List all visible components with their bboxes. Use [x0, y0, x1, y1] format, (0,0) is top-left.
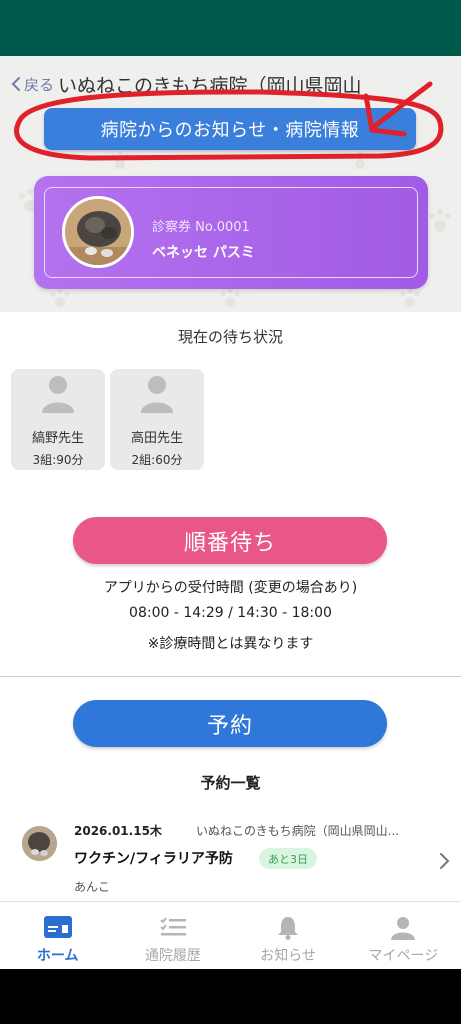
reservation-hospital: いぬねこのきもち病院（岡山県岡山...	[196, 824, 400, 838]
tab-notifications[interactable]: お知らせ	[231, 902, 346, 969]
tab-label: 通院履歴	[144, 948, 201, 964]
days-left-badge: あと3日	[259, 848, 317, 869]
chevron-right-icon	[440, 853, 450, 869]
chevron-left-icon	[11, 77, 20, 91]
doctor-wait: 2組:60分	[131, 453, 183, 467]
reception-note: ※診療時間とは異なります	[147, 636, 314, 652]
top-bar: 戻る いぬねこのきもち病院（岡山県岡山	[10, 70, 450, 98]
queue-button[interactable]: 順番待ち	[73, 517, 387, 564]
back-button[interactable]: 戻る	[10, 74, 54, 95]
pet-avatar	[62, 196, 134, 268]
doctor-card: 高田先生 2組:60分	[110, 369, 204, 470]
patient-card[interactable]: 診察券 No.0001 ベネッセ パスミ	[34, 176, 428, 289]
app-screen: 戻る いぬねこのきもち病院（岡山県岡山 病院からのお知らせ・病院情報 診察券 N…	[0, 56, 461, 969]
reception-time-label: アプリからの受付時間 (変更の場合あり)	[103, 580, 358, 596]
person-icon	[42, 376, 74, 413]
back-label: 戻る	[24, 75, 55, 94]
reception-hours: 08:00 - 14:29 / 14:30 - 18:00	[129, 605, 332, 621]
status-bar	[0, 0, 461, 56]
card-number: 診察券 No.0001	[152, 220, 250, 235]
system-nav-bar	[0, 969, 461, 1024]
doctor-name: 高田先生	[130, 431, 183, 446]
doctor-card: 縞野先生 3組:90分	[11, 369, 105, 470]
pet-avatar	[22, 826, 57, 861]
tab-label: お知らせ	[260, 948, 316, 964]
page-title: いぬねこのきもち病院（岡山県岡山	[58, 74, 362, 97]
hospital-info-button[interactable]: 病院からのお知らせ・病院情報	[44, 108, 416, 150]
tab-home[interactable]: ホーム	[0, 902, 115, 969]
tab-label: マイページ	[368, 948, 439, 964]
reservation-item[interactable]: 2026.01.15木 いぬねこのきもち病院（岡山県岡山... ワクチン/フィラ…	[0, 814, 461, 900]
tab-label: ホーム	[36, 948, 79, 964]
tab-mypage[interactable]: マイページ	[346, 902, 461, 969]
reservation-date: 2026.01.15木	[74, 824, 162, 838]
reservation-list-title: 予約一覧	[200, 774, 261, 792]
reservation-type: ワクチン/フィラリア予防	[74, 851, 233, 867]
tab-history[interactable]: 通院履歴	[115, 902, 230, 969]
doctor-wait: 3組:90分	[32, 453, 84, 467]
owner-name: ベネッセ パスミ	[152, 245, 255, 261]
person-icon	[391, 917, 416, 940]
bottom-tab-bar: ホーム 通院履歴 お知らせ マイページ	[0, 901, 461, 969]
header-area: 戻る いぬねこのきもち病院（岡山県岡山 病院からのお知らせ・病院情報 診察券 N…	[0, 56, 461, 312]
person-icon	[141, 376, 173, 413]
doctor-name: 縞野先生	[31, 431, 84, 446]
card-icon	[43, 916, 72, 938]
bell-icon	[278, 917, 299, 940]
divider	[0, 676, 461, 677]
checklist-icon	[160, 917, 186, 936]
pet-name: あんこ	[74, 880, 111, 894]
reserve-button[interactable]: 予約	[73, 700, 387, 747]
wait-status-title: 現在の待ち状況	[177, 328, 283, 346]
